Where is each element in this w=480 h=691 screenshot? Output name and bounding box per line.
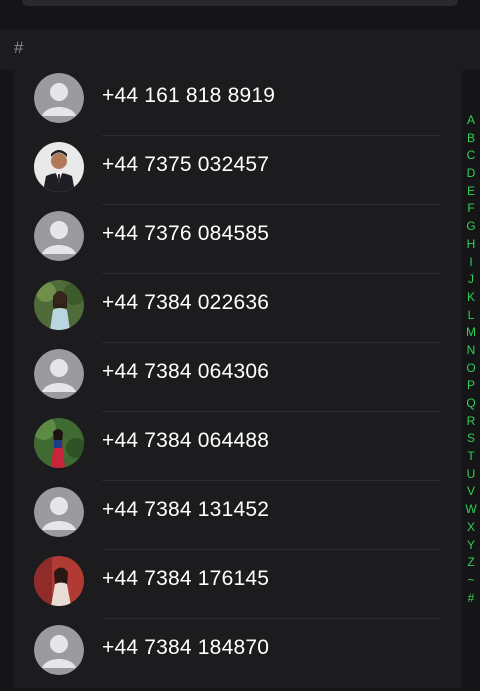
contact-phone: +44 7375 032457 [102, 153, 270, 176]
index-letter[interactable]: E [467, 183, 475, 201]
contact-row[interactable]: +44 7384 131452 [14, 484, 462, 553]
contact-row[interactable]: +44 7384 022636 [14, 277, 462, 346]
index-letter[interactable]: K [467, 289, 475, 307]
row-divider [102, 411, 440, 412]
index-letter[interactable]: Y [467, 537, 475, 555]
contact-phone: +44 7376 084585 [102, 222, 270, 245]
contact-row[interactable]: +44 7384 064488 [14, 415, 462, 484]
index-letter[interactable]: D [467, 165, 476, 183]
index-letter[interactable]: X [467, 519, 475, 537]
index-letter[interactable]: L [468, 307, 475, 325]
contact-photo-man-suit [34, 142, 84, 192]
index-letter[interactable]: # [468, 590, 475, 608]
index-letter[interactable]: N [467, 342, 476, 360]
contact-row[interactable]: +44 7376 084585 [14, 208, 462, 277]
section-header-label: # [14, 38, 24, 57]
index-letter[interactable]: G [466, 218, 475, 236]
contact-row[interactable]: +44 7384 176145 [14, 553, 462, 622]
contact-phone: +44 7384 131452 [102, 498, 270, 521]
contact-phone: +44 7384 064488 [102, 429, 270, 452]
index-letter[interactable]: V [467, 483, 475, 501]
contact-row[interactable]: +44 7384 184870 [14, 622, 462, 691]
index-letter[interactable]: T [467, 448, 474, 466]
index-letter[interactable]: R [467, 413, 476, 431]
contact-row[interactable]: +44 7375 032457 [14, 139, 462, 208]
contact-phone: +44 7384 022636 [102, 291, 270, 314]
row-divider [102, 618, 440, 619]
contact-phone: +44 161 818 8919 [102, 84, 276, 107]
contact-photo-woman-red-background [34, 556, 84, 606]
search-bar-edge[interactable] [22, 0, 458, 6]
index-letter[interactable]: O [466, 360, 475, 378]
index-letter[interactable]: P [467, 377, 475, 395]
index-letter[interactable]: C [467, 147, 476, 165]
alphabet-index[interactable]: A B C D E F G H I J K L M N O P Q R S T … [462, 112, 480, 607]
row-divider [102, 549, 440, 550]
index-letter[interactable]: B [467, 130, 475, 148]
index-letter[interactable]: F [467, 200, 474, 218]
row-divider [102, 342, 440, 343]
contact-phone: +44 7384 064306 [102, 360, 270, 383]
contact-phone: +44 7384 184870 [102, 636, 270, 659]
default-avatar-icon [34, 487, 84, 537]
index-letter[interactable]: I [469, 254, 472, 272]
index-letter[interactable]: Q [466, 395, 475, 413]
row-divider [102, 204, 440, 205]
row-divider [102, 135, 440, 136]
default-avatar-icon [34, 73, 84, 123]
index-letter[interactable]: Z [467, 554, 474, 572]
contact-photo-woman-red-dress [34, 418, 84, 468]
index-letter[interactable]: M [466, 324, 476, 342]
index-letter[interactable]: J [468, 271, 474, 289]
index-letter[interactable]: ~ [467, 572, 474, 590]
default-avatar-icon [34, 625, 84, 675]
contact-photo-woman-garden [34, 280, 84, 330]
section-header [0, 30, 480, 70]
index-letter[interactable]: A [467, 112, 475, 130]
index-letter[interactable]: S [467, 430, 475, 448]
row-divider [102, 480, 440, 481]
contact-row[interactable]: +44 7384 064306 [14, 346, 462, 415]
index-letter[interactable]: U [467, 466, 476, 484]
contact-row[interactable]: +44 161 818 8919 [14, 70, 462, 139]
contact-list: +44 161 818 8919 +44 7375 032457 +44 737… [14, 70, 462, 688]
index-letter[interactable]: H [467, 236, 476, 254]
contact-phone: +44 7384 176145 [102, 567, 270, 590]
index-letter[interactable]: W [465, 501, 476, 519]
default-avatar-icon [34, 349, 84, 399]
default-avatar-icon [34, 211, 84, 261]
row-divider [102, 273, 440, 274]
